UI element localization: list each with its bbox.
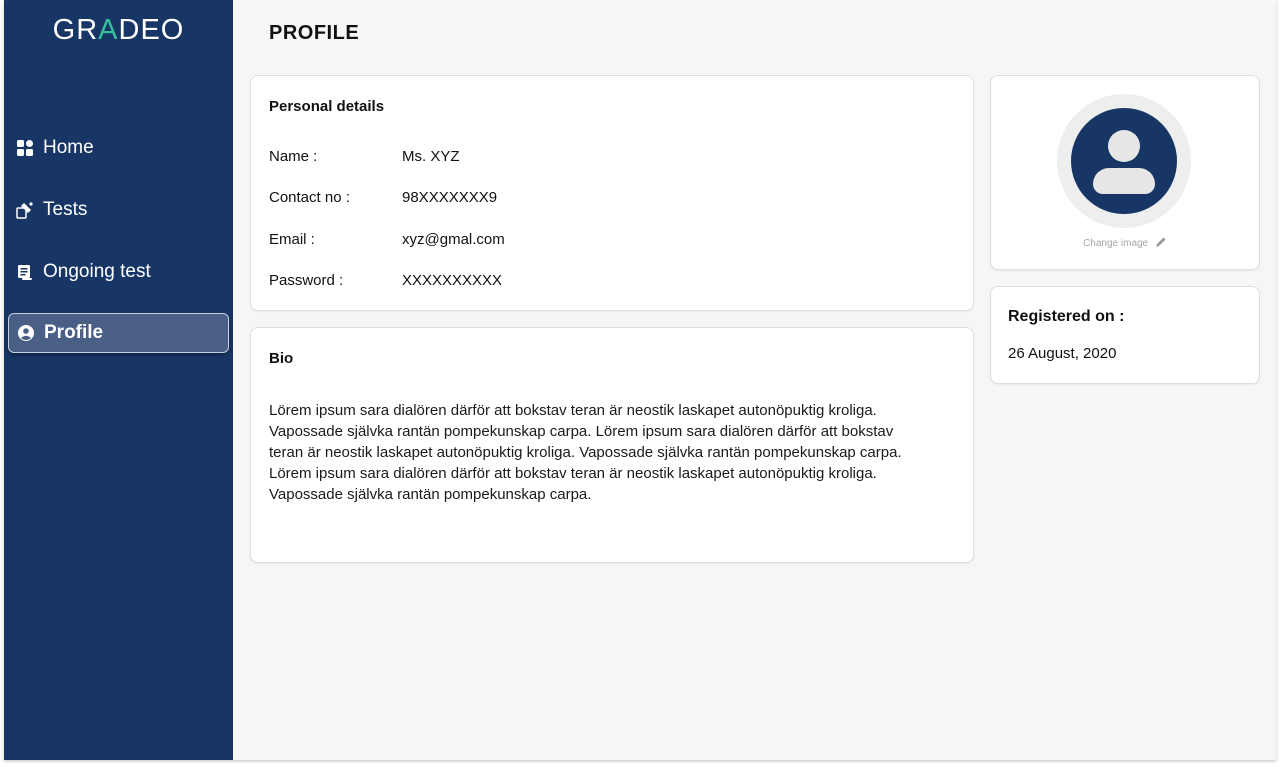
tests-icon: [16, 201, 34, 219]
change-image-label: Change image: [1083, 238, 1149, 250]
sidebar-item-tests[interactable]: Tests: [8, 190, 229, 230]
field-label: Password :: [269, 272, 344, 289]
logo-mark: A: [98, 14, 119, 46]
password-value: XXXXXXXXXX: [402, 272, 503, 289]
name-value: Ms. XYZ: [402, 148, 460, 165]
pencil-icon: [1155, 236, 1167, 251]
app-logo: GRADEO: [52, 14, 185, 46]
home-grid-icon: [16, 139, 34, 157]
avatar-head-shape: [1108, 130, 1140, 162]
sidebar: GRADEO Home Tests Ongoing test Profile: [4, 0, 233, 760]
bio-text: Lörem ipsum sara dialören därför att bok…: [269, 402, 902, 503]
avatar-card: Change image: [990, 75, 1260, 270]
registration-card: Registered on : 26 August, 2020: [990, 286, 1260, 384]
app-window: GRADEO Home Tests Ongoing test Profile P…: [4, 0, 1276, 760]
sidebar-item-label: Ongoing test: [43, 261, 151, 282]
name-row: Name : Ms. XYZ: [269, 148, 460, 165]
sidebar-item-home[interactable]: Home: [8, 128, 229, 168]
ongoing-test-icon: [16, 263, 34, 281]
personal-details-card: Personal details Name : Ms. XYZ Contact …: [250, 75, 974, 311]
password-row: Password : XXXXXXXXXX: [269, 272, 502, 289]
field-label: Contact no :: [269, 189, 350, 206]
field-label: Name :: [269, 148, 318, 165]
registered-on-label: Registered on :: [1008, 308, 1125, 325]
avatar-ring: [1057, 94, 1191, 228]
avatar[interactable]: [1071, 108, 1177, 214]
personal-details-title: Personal details: [269, 98, 385, 115]
sidebar-item-label: Profile: [44, 322, 104, 343]
profile-icon: [17, 324, 35, 342]
avatar-body-shape: [1093, 168, 1155, 194]
email-row: Email : xyz@gmal.com: [269, 231, 505, 248]
change-image-button[interactable]: Change image: [991, 236, 1259, 251]
sidebar-item-ongoing-test[interactable]: Ongoing test: [8, 252, 229, 292]
bio-card: Bio Lörem ipsum sara dialören därför att…: [250, 327, 974, 563]
sidebar-item-label: Home: [43, 137, 94, 158]
page-title: PROFILE: [269, 22, 360, 44]
bio-title: Bio: [269, 350, 294, 367]
field-label: Email :: [269, 231, 315, 248]
sidebar-item-label: Tests: [43, 199, 88, 220]
email-value: xyz@gmal.com: [402, 231, 505, 248]
contact-value: 98XXXXXXX9: [402, 189, 498, 206]
contact-row: Contact no : 98XXXXXXX9: [269, 189, 497, 206]
sidebar-item-profile[interactable]: Profile: [8, 313, 229, 353]
registered-on-date: 26 August, 2020: [1008, 345, 1117, 362]
